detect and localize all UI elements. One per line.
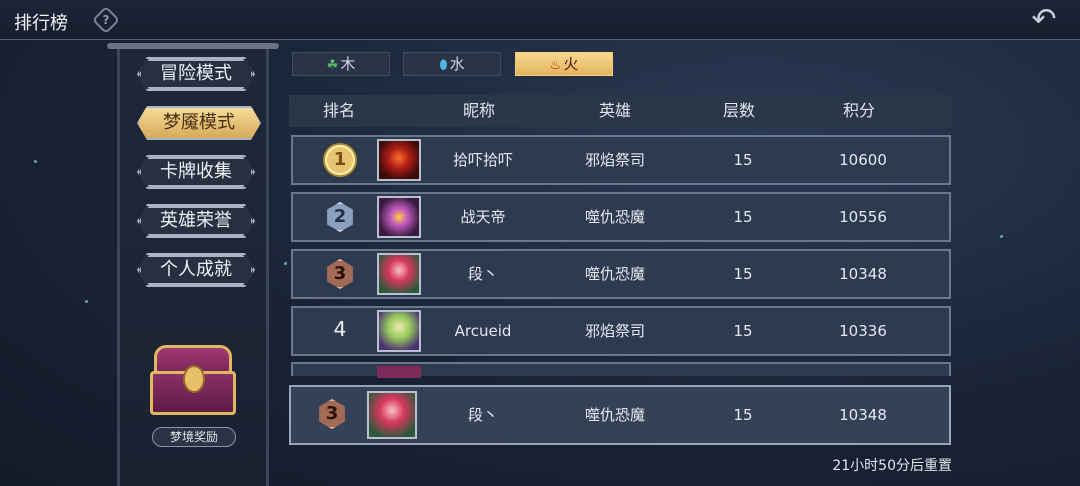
menu-item-hero-honor[interactable]: 英雄荣誉 xyxy=(137,204,255,238)
header-score: 积分 xyxy=(842,101,875,120)
hero-name: 噬仇恐魔 xyxy=(584,208,645,226)
tab-wood[interactable]: ☘ 木 xyxy=(292,52,390,76)
score: 10348 xyxy=(839,265,887,283)
bronze-rank-badge-icon: 3 xyxy=(319,399,345,429)
hero-name: 噬仇恐魔 xyxy=(584,406,645,424)
hero-name: 邪焰祭司 xyxy=(584,151,645,169)
table-row[interactable]: 1 拾吓拾吓 邪焰祭司 15 10600 xyxy=(291,135,951,185)
menu-border xyxy=(139,157,253,187)
score: 10556 xyxy=(839,208,887,226)
table-row[interactable]: 3 段丶 噬仇恐魔 15 10348 xyxy=(291,249,951,299)
table-row-partial xyxy=(291,362,951,378)
water-drop-icon: ⬮ xyxy=(439,58,448,73)
background-star xyxy=(1000,235,1003,238)
reset-timer: 21小时50分后重置 xyxy=(832,458,952,474)
player-name: 段丶 xyxy=(467,265,498,283)
floor-count: 15 xyxy=(733,265,753,283)
tab-label: 木 xyxy=(340,55,356,73)
hero-avatar xyxy=(377,196,421,238)
ranking-table-header: 排名 昵称 英雄 层数 积分 xyxy=(289,95,951,127)
menu-item-label: 梦魇模式 xyxy=(163,112,235,133)
menu-border xyxy=(139,59,253,89)
hero-avatar xyxy=(367,391,417,439)
gold-rank-badge-icon: 1 xyxy=(325,145,355,175)
hero-avatar xyxy=(377,139,421,181)
rank-number: 4 xyxy=(333,317,347,341)
tab-label: 水 xyxy=(449,55,465,73)
header-floor: 层数 xyxy=(722,101,755,120)
score: 10336 xyxy=(839,322,887,340)
menu-item-nightmare[interactable]: 梦魇模式 xyxy=(137,106,261,140)
page-title: 排行榜 xyxy=(14,13,68,34)
hero-avatar xyxy=(377,253,421,295)
my-ranking-row[interactable]: 3 段丶 噬仇恐魔 15 10348 xyxy=(289,385,951,445)
help-icon[interactable]: ? xyxy=(91,5,121,35)
player-name: 段丶 xyxy=(467,406,498,424)
help-icon-glyph: ? xyxy=(102,13,110,27)
sidebar-top-bar xyxy=(107,43,279,49)
tab-water[interactable]: ⬮ 水 xyxy=(403,52,501,76)
hero-name: 噬仇恐魔 xyxy=(584,265,645,283)
tab-fire[interactable]: ♨ 火 xyxy=(515,52,613,76)
menu-item-adventure[interactable]: 冒险模式 xyxy=(137,57,255,91)
player-name: 战天帝 xyxy=(460,208,506,226)
table-row[interactable]: 2 战天帝 噬仇恐魔 15 10556 xyxy=(291,192,951,242)
player-name: Arcueid xyxy=(454,322,512,340)
bronze-rank-badge-icon: 3 xyxy=(327,259,353,289)
menu-border xyxy=(139,255,253,285)
leaf-icon: ☘ xyxy=(326,58,339,73)
background-star xyxy=(34,160,37,163)
menu-item-achievements[interactable]: 个人成就 xyxy=(137,253,255,287)
hero-avatar xyxy=(377,366,421,378)
floor-count: 15 xyxy=(733,151,753,169)
header-nickname: 昵称 xyxy=(462,101,495,120)
chest-lock-icon xyxy=(183,365,205,393)
floor-count: 15 xyxy=(733,322,753,340)
score: 10600 xyxy=(839,151,887,169)
fire-icon: ♨ xyxy=(549,58,562,73)
menu-border xyxy=(139,206,253,236)
menu-item-card-collection[interactable]: 卡牌收集 xyxy=(137,155,255,189)
table-row[interactable]: 4 Arcueid 邪焰祭司 15 10336 xyxy=(291,306,951,356)
top-bar: 排行榜 ? ↶ xyxy=(0,0,1080,40)
background-star xyxy=(284,262,287,265)
hero-avatar xyxy=(377,310,421,352)
player-name: 拾吓拾吓 xyxy=(452,151,513,169)
hero-name: 邪焰祭司 xyxy=(584,322,645,340)
silver-rank-badge-icon: 2 xyxy=(327,202,353,232)
tab-label: 火 xyxy=(563,55,579,73)
floor-count: 15 xyxy=(733,406,753,424)
header-hero: 英雄 xyxy=(598,101,631,120)
treasure-chest-icon[interactable] xyxy=(150,345,236,417)
background-star xyxy=(85,300,88,303)
score: 10348 xyxy=(839,406,887,424)
floor-count: 15 xyxy=(733,208,753,226)
back-arrow-icon[interactable]: ↶ xyxy=(1022,3,1066,37)
dream-reward-label[interactable]: 梦境奖励 xyxy=(152,427,236,447)
header-rank: 排名 xyxy=(322,101,355,120)
